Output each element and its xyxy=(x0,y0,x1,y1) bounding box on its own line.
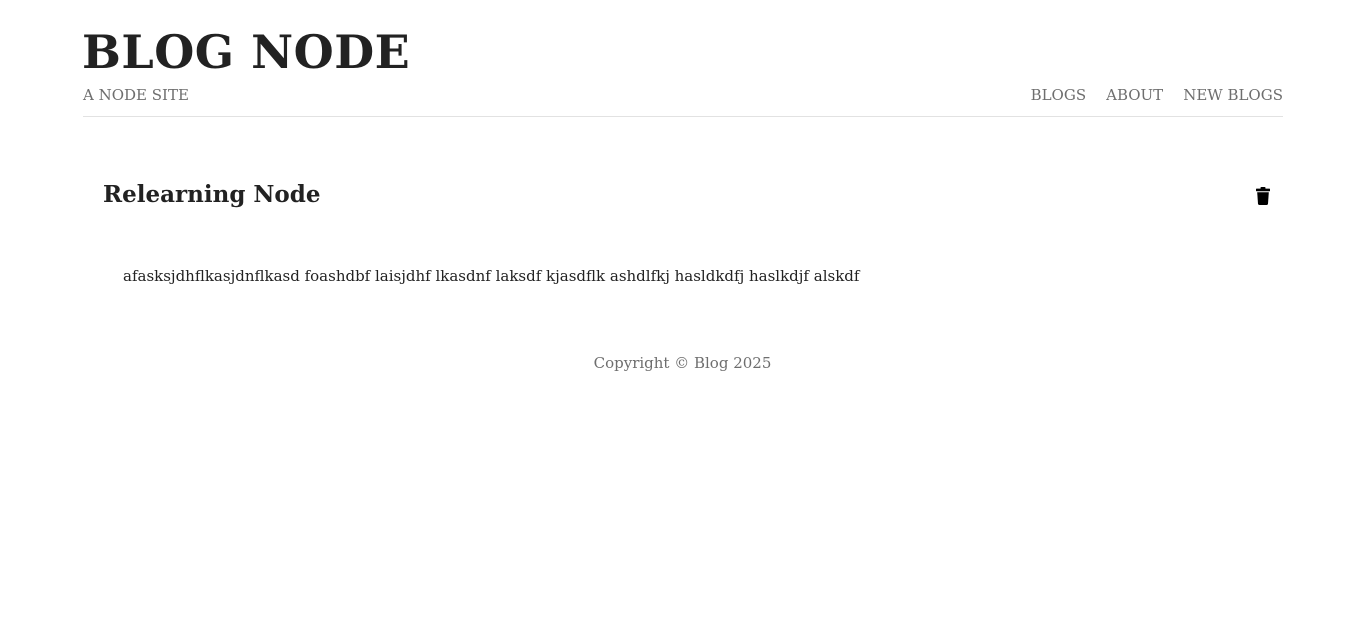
site-title[interactable]: BLOG NODE xyxy=(82,22,410,82)
post-body: afasksjdhflkasjdnflkasd foashdbf laisjdh… xyxy=(123,267,860,285)
post-title[interactable]: Relearning Node xyxy=(103,178,1275,212)
blog-post: Relearning Node afasksjdhflkasjdnflkasd … xyxy=(103,178,1275,285)
nav-link-about[interactable]: ABOUT xyxy=(1106,84,1163,106)
nav-link-blogs[interactable]: BLOGS xyxy=(1031,84,1087,106)
trash-icon xyxy=(1256,187,1270,205)
delete-post-button[interactable] xyxy=(1251,184,1275,208)
copyright-footer: Copyright © Blog 2025 xyxy=(593,354,772,372)
site-subtitle: A NODE SITE xyxy=(83,86,189,104)
main-nav: BLOGS ABOUT NEW BLOGS xyxy=(1031,84,1283,106)
nav-link-new-blogs[interactable]: NEW BLOGS xyxy=(1183,84,1283,106)
site-header: BLOG NODE A NODE SITE BLOGS ABOUT NEW BL… xyxy=(82,0,1283,117)
